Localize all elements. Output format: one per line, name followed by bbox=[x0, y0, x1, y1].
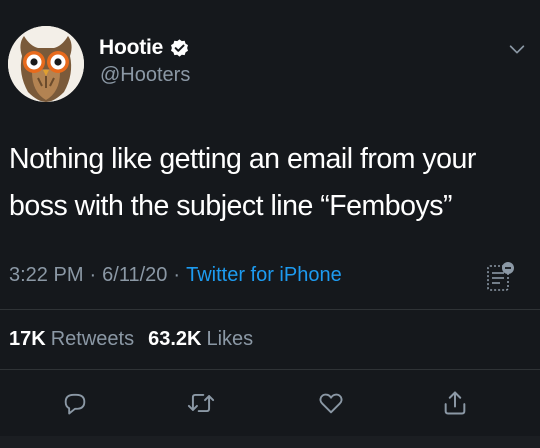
bottom-bar bbox=[0, 436, 540, 448]
owl-avatar[interactable] bbox=[8, 26, 84, 102]
tweet-source-link[interactable]: Twitter for iPhone bbox=[186, 264, 342, 287]
tweet-actions bbox=[0, 386, 540, 426]
retweets-label[interactable]: Retweets bbox=[51, 328, 134, 351]
reply-button[interactable] bbox=[58, 386, 92, 420]
owl-logo-icon bbox=[8, 26, 84, 102]
tweet-stats: 17K Retweets 63.2K Likes bbox=[9, 328, 253, 351]
retweet-button[interactable] bbox=[184, 386, 218, 420]
tweet-card: Hootie @Hooters Nothing like getting an … bbox=[0, 0, 540, 448]
share-button[interactable] bbox=[438, 386, 472, 420]
divider bbox=[0, 369, 540, 370]
meta-separator: · bbox=[173, 264, 181, 286]
display-name[interactable]: Hootie bbox=[99, 36, 163, 60]
retweets-count[interactable]: 17K bbox=[9, 328, 46, 351]
retweet-icon bbox=[187, 393, 215, 413]
author-handle[interactable]: @Hooters bbox=[100, 64, 190, 87]
share-icon bbox=[444, 391, 466, 415]
tweet-text-line-1: Nothing like getting an email from your bbox=[9, 143, 476, 175]
verified-badge-icon bbox=[171, 38, 189, 57]
tweet-meta: 3:22 PM · 6/11/20 · Twitter for iPhone bbox=[9, 264, 342, 287]
screenshot-save-icon[interactable] bbox=[484, 260, 516, 294]
chevron-down-icon[interactable] bbox=[506, 38, 528, 60]
likes-label[interactable]: Likes bbox=[206, 328, 253, 351]
divider bbox=[0, 309, 540, 310]
likes-count[interactable]: 63.2K bbox=[148, 328, 201, 351]
tweet-text-line-2: boss with the subject line “Femboys” bbox=[9, 190, 452, 222]
like-button[interactable] bbox=[314, 386, 348, 420]
like-icon bbox=[319, 393, 343, 414]
reply-icon bbox=[64, 393, 86, 415]
meta-separator: · bbox=[89, 264, 97, 286]
tweet-date[interactable]: 6/11/20 bbox=[102, 264, 167, 287]
tweet-text: Nothing like getting an email from your … bbox=[9, 136, 534, 230]
tweet-time[interactable]: 3:22 PM bbox=[9, 264, 83, 287]
author-name-row[interactable]: Hootie bbox=[99, 36, 190, 60]
